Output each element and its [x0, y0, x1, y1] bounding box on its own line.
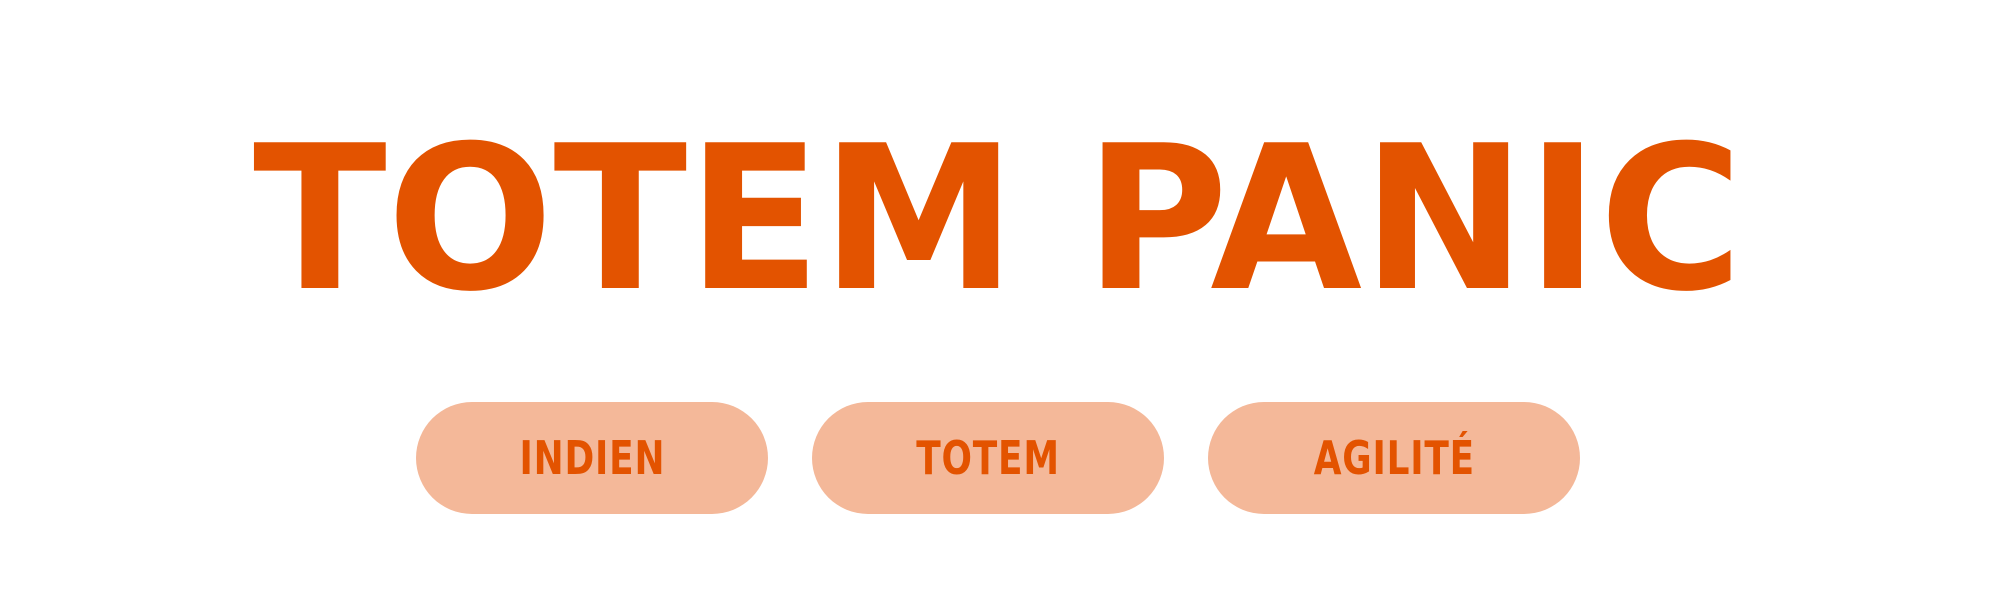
tag-totem: TOTEM [812, 402, 1164, 514]
tag-label: TOTEM [916, 431, 1060, 485]
game-logo: TOTEM PANIC [0, 88, 1996, 338]
tag-indien: INDIEN [416, 402, 768, 514]
tag-label: INDIEN [519, 431, 665, 485]
tag-label: AGILITÉ [1313, 431, 1475, 485]
game-logo-wordmark: TOTEM PANIC [253, 103, 1743, 336]
tag-list: INDIEN TOTEM AGILITÉ [0, 402, 1996, 514]
game-title: TOTEM PANIC [253, 103, 1743, 336]
tag-agilite: AGILITÉ [1208, 402, 1580, 514]
